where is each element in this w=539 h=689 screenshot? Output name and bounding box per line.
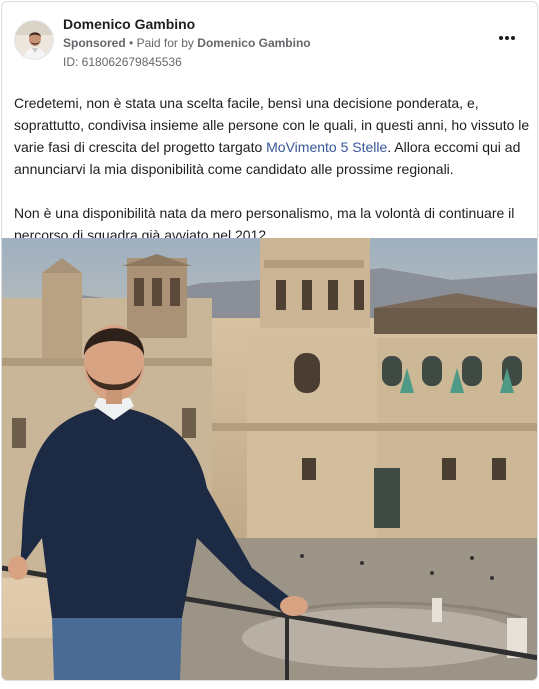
paid-for-name[interactable]: Domenico Gambino	[197, 36, 310, 50]
photo-scene	[2, 238, 537, 680]
post-paragraph-1: Credetemi, non è stata una scelta facile…	[14, 92, 530, 180]
separator-dot: •	[129, 36, 134, 50]
page-avatar[interactable]	[14, 20, 54, 60]
post-header: Domenico Gambino Sponsored • Paid for by…	[2, 2, 537, 78]
paid-for-prefix: Paid for by	[136, 36, 194, 50]
page-name[interactable]: Domenico Gambino	[63, 16, 195, 32]
avatar-image	[15, 21, 53, 59]
more-horizontal-icon	[499, 36, 515, 40]
sponsored-label: Sponsored	[63, 36, 126, 50]
post-photo[interactable]	[2, 238, 537, 680]
ad-card: Domenico Gambino Sponsored • Paid for by…	[1, 1, 538, 681]
more-options-button[interactable]	[495, 28, 519, 48]
post-body: Credetemi, non è stata una scelta facile…	[14, 92, 530, 246]
sponsored-line: Sponsored • Paid for by Domenico Gambino	[63, 36, 311, 50]
movimento-link[interactable]: MoVimento 5 Stelle	[266, 139, 387, 155]
ad-id: ID: 618062679845536	[63, 55, 182, 69]
